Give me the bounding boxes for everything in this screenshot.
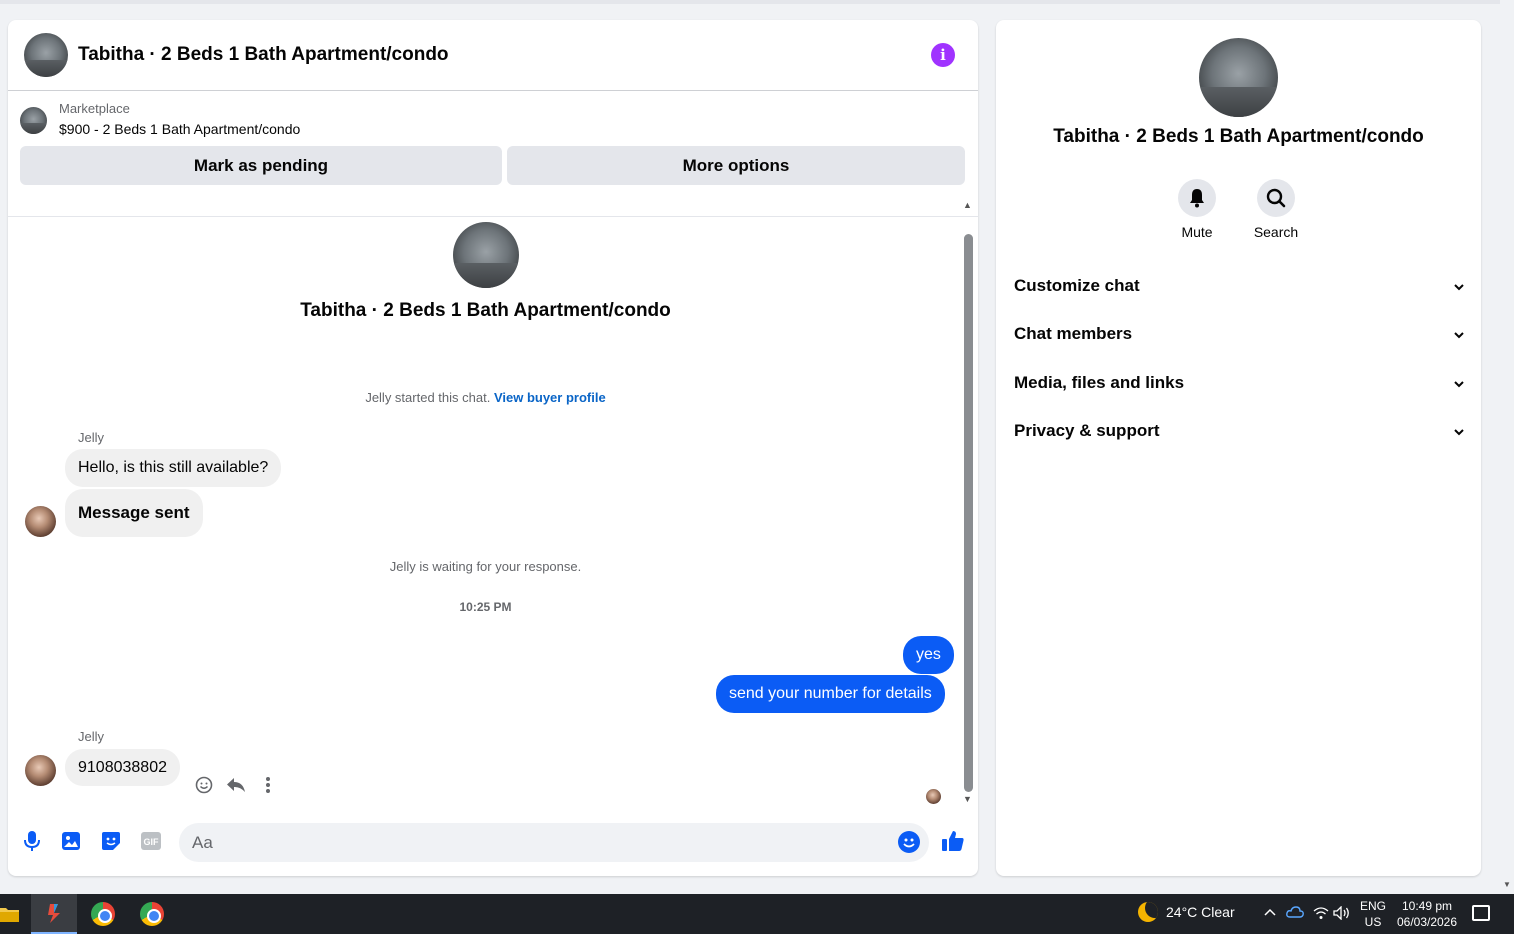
more-options-button[interactable]: More options <box>507 146 965 185</box>
info-title: Tabitha · 2 Beds 1 Bath Apartment/condo <box>1053 126 1424 147</box>
app-taskbar-icon[interactable] <box>31 894 77 934</box>
bell-icon[interactable] <box>1178 179 1216 217</box>
chat-started-text: Jelly started this chat. <box>365 390 491 405</box>
moon-icon <box>1138 902 1158 922</box>
section-label: Media, files and links <box>1014 373 1185 392</box>
gif-icon[interactable]: GIF <box>139 829 163 853</box>
language-code: ENG <box>1360 899 1387 913</box>
mute-label: Mute <box>1181 224 1213 240</box>
section-label: Privacy & support <box>1014 421 1160 440</box>
chevron-down-icon <box>1454 324 1464 344</box>
chat-panel: Tabitha · 2 Beds 1 Bath Apartment/condo … <box>8 20 978 876</box>
sender-name: Jelly <box>78 430 105 445</box>
svg-text:GIF: GIF <box>144 837 160 847</box>
chevron-up-icon[interactable] <box>1264 904 1276 919</box>
listing-thumbnail <box>20 106 47 134</box>
sender-avatar[interactable] <box>25 506 56 537</box>
chat-info-panel: Tabitha · 2 Beds 1 Bath Apartment/condo … <box>996 20 1481 876</box>
message-bubble-outgoing[interactable]: send your number for details <box>716 675 945 713</box>
section-label: Customize chat <box>1014 276 1140 295</box>
scroll-down-arrow[interactable]: ▼ <box>963 794 972 804</box>
message-bubble-incoming[interactable]: Hello, is this still available? <box>65 449 282 487</box>
sender-name: Jelly <box>78 729 105 744</box>
chat-header: Tabitha · 2 Beds 1 Bath Apartment/condo … <box>8 20 978 91</box>
message-list[interactable]: ▲ ▼ Tabitha · 2 Beds 1 Bath Apartment/co… <box>8 198 978 810</box>
microphone-icon[interactable] <box>20 829 44 853</box>
listing-source: Marketplace <box>59 101 130 116</box>
region-code: US <box>1364 915 1382 929</box>
mark-as-pending-button[interactable]: Mark as pending <box>20 146 502 185</box>
search-icon[interactable] <box>1257 179 1295 217</box>
section-privacy-support[interactable]: Privacy & support <box>1014 419 1464 443</box>
react-icon[interactable] <box>193 774 215 796</box>
view-buyer-profile-link[interactable]: View buyer profile <box>494 390 606 405</box>
clock-time: 10:49 pm <box>1401 899 1453 913</box>
listing-price-title: $900 - 2 Beds 1 Bath Apartment/condo <box>59 121 301 137</box>
clock[interactable]: 10:49 pm 06/03/2026 <box>1396 898 1458 930</box>
read-receipt-avatar <box>926 789 941 804</box>
chevron-down-icon <box>1454 421 1464 441</box>
message-bubble-incoming[interactable]: 9108038802 <box>65 749 180 786</box>
message-timestamp: 10:25 PM <box>459 600 512 614</box>
chat-avatar[interactable] <box>24 33 68 77</box>
thumbs-up-icon[interactable] <box>941 829 965 853</box>
more-vertical-icon[interactable] <box>257 774 279 796</box>
section-customize-chat[interactable]: Customize chat <box>1014 274 1464 298</box>
hero-avatar[interactable] <box>452 222 519 288</box>
info-avatar[interactable] <box>1199 38 1278 117</box>
waiting-notice: Jelly is waiting for your response. <box>389 559 582 574</box>
section-media-files-links[interactable]: Media, files and links <box>1014 371 1464 395</box>
weather-text: 24°C Clear <box>1166 904 1235 920</box>
listing-row[interactable]: Marketplace $900 - 2 Beds 1 Bath Apartme… <box>20 100 966 140</box>
clock-date: 06/03/2026 <box>1396 915 1458 929</box>
reply-icon[interactable] <box>225 774 247 796</box>
section-chat-members[interactable]: Chat members <box>1014 322 1464 346</box>
chrome-profile-icon[interactable] <box>129 894 175 934</box>
scroll-up-arrow[interactable]: ▲ <box>963 200 972 210</box>
emoji-icon[interactable] <box>898 831 920 853</box>
onedrive-icon[interactable] <box>1286 906 1304 921</box>
top-strip <box>0 0 1500 4</box>
page-scrollbar[interactable] <box>1500 0 1514 894</box>
notification-icon[interactable] <box>1472 905 1490 921</box>
volume-icon[interactable] <box>1333 905 1351 923</box>
search-label: Search <box>1253 224 1299 240</box>
message-input-placeholder: Aa <box>192 832 213 852</box>
message-bubble-outgoing[interactable]: yes <box>903 636 954 674</box>
message-bubble-incoming[interactable]: Message sent <box>65 489 203 537</box>
chrome-icon[interactable] <box>80 894 126 934</box>
chat-started-notice: Jelly started this chat. View buyer prof… <box>8 390 963 405</box>
section-label: Chat members <box>1014 324 1133 343</box>
mute-action[interactable]: Mute <box>1167 179 1227 240</box>
message-input[interactable]: Aa <box>179 823 929 862</box>
weather-widget[interactable]: 24°C Clear <box>1138 902 1235 922</box>
sticker-icon[interactable] <box>99 829 123 853</box>
language-indicator[interactable]: ENG US <box>1360 898 1386 930</box>
conversation-hero: Tabitha · 2 Beds 1 Bath Apartment/condo <box>8 222 963 322</box>
sender-avatar[interactable] <box>25 755 56 786</box>
composer: GIF Aa <box>8 816 978 868</box>
page-scroll-down-arrow[interactable]: ▼ <box>1503 880 1511 889</box>
wifi-icon[interactable] <box>1313 906 1329 923</box>
photo-icon[interactable] <box>59 829 83 853</box>
taskbar: 24°C Clear ENG US 10:49 pm 06/03/2026 <box>0 894 1514 934</box>
info-icon[interactable]: i <box>931 43 955 67</box>
search-action[interactable]: Search <box>1246 179 1306 240</box>
message-actions <box>193 774 279 796</box>
chat-title[interactable]: Tabitha · 2 Beds 1 Bath Apartment/condo <box>78 44 449 66</box>
chevron-down-icon <box>1454 373 1464 393</box>
file-explorer-icon[interactable] <box>0 894 32 934</box>
hero-title: Tabitha · 2 Beds 1 Bath Apartment/condo <box>300 300 671 321</box>
chevron-down-icon <box>1454 276 1464 296</box>
message-scrollbar-thumb[interactable] <box>964 234 973 792</box>
